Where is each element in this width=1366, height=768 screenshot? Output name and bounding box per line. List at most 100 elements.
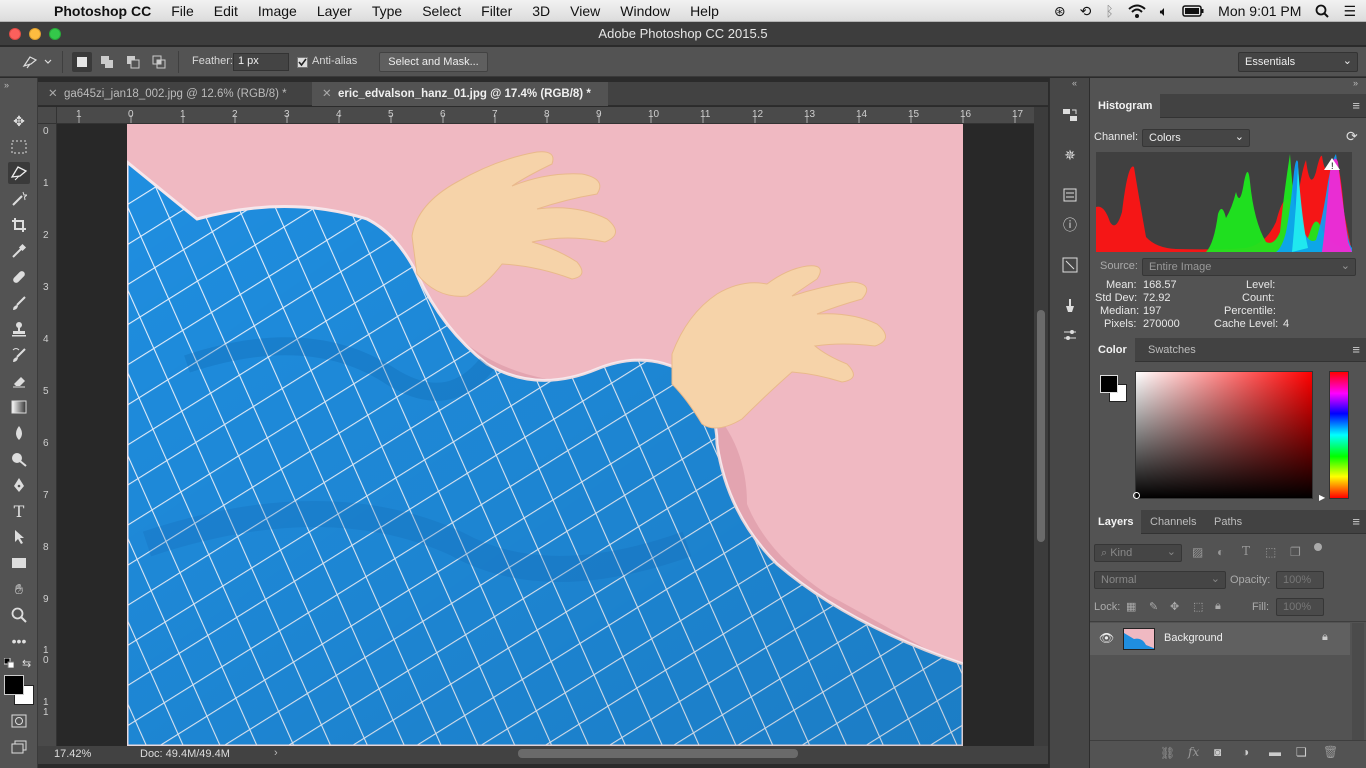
filter-toggle-icon[interactable] [1314, 543, 1322, 551]
swap-colors-icon[interactable]: ⇆ [22, 657, 31, 670]
dodge-tool-icon[interactable] [8, 448, 30, 470]
tool-preset-picker[interactable] [20, 52, 54, 72]
type-tool-icon[interactable]: T [8, 500, 30, 522]
filter-type-icon[interactable]: T [1242, 544, 1250, 558]
menu-view[interactable]: View [560, 0, 610, 22]
horizontal-scrollbar-thumb[interactable] [518, 749, 798, 758]
hand-tool-icon[interactable]: ✋︎ [8, 578, 30, 600]
zoom-window-button[interactable] [49, 28, 61, 40]
navigator-panel-icon[interactable]: ✵ [1059, 144, 1081, 166]
tab-layers[interactable]: Layers [1090, 510, 1142, 534]
panel-menu-icon[interactable]: ≡ [1352, 98, 1360, 113]
volume-icon[interactable]: 🔈︎ [1160, 3, 1168, 20]
time-machine-icon[interactable]: ⟲ [1080, 3, 1092, 20]
color-field[interactable] [1135, 371, 1313, 499]
adjustments-panel-icon[interactable] [1059, 324, 1081, 346]
hue-slider[interactable] [1329, 371, 1349, 499]
opacity-input[interactable]: 100% [1276, 571, 1324, 589]
new-selection-mode[interactable] [72, 52, 92, 72]
battery-icon[interactable] [1182, 5, 1204, 17]
horizontal-ruler[interactable]: 1 0 1 2 3 4 5 6 7 8 9 10 11 12 13 14 15 … [57, 107, 1034, 124]
vertical-ruler[interactable]: 0 1 2 3 4 5 6 7 8 9 1 0 1 1 [38, 124, 57, 746]
add-mask-icon[interactable]: ◙ [1214, 745, 1221, 759]
status-menu-arrow-icon[interactable]: › [274, 747, 278, 759]
menu-image[interactable]: Image [248, 0, 307, 22]
collapse-panels-icon[interactable]: » [1353, 78, 1358, 88]
menu-app-name[interactable]: Photoshop CC [52, 0, 161, 22]
minimize-window-button[interactable] [29, 28, 41, 40]
more-tools-icon[interactable]: ••• [8, 630, 30, 652]
clone-stamp-tool-icon[interactable] [8, 318, 30, 340]
close-tab-icon[interactable]: ✕ [48, 82, 58, 106]
layer-row[interactable]: 👁︎ Background 🔒︎ [1090, 623, 1350, 655]
vertical-scrollbar-thumb[interactable] [1037, 310, 1045, 542]
blend-mode-select[interactable]: Normal ⌄ [1094, 571, 1226, 589]
healing-brush-tool-icon[interactable] [8, 266, 30, 288]
close-tab-icon[interactable]: ✕ [322, 82, 332, 106]
rectangle-tool-icon[interactable] [8, 552, 30, 574]
blur-tool-icon[interactable] [8, 422, 30, 444]
tab-channels[interactable]: Channels [1142, 510, 1204, 534]
layer-name[interactable]: Background [1164, 632, 1223, 644]
menu-help[interactable]: Help [680, 0, 729, 22]
history-brush-tool-icon[interactable] [8, 344, 30, 366]
link-layers-icon[interactable]: ⛓︎ [1160, 746, 1175, 760]
layer-visibility-eye-icon[interactable]: 👁︎ [1099, 631, 1114, 645]
collapse-icons-icon[interactable]: « [1072, 78, 1077, 88]
menu-type[interactable]: Type [362, 0, 412, 22]
menu-layer[interactable]: Layer [307, 0, 362, 22]
lock-transparent-icon[interactable]: ▦ [1126, 600, 1136, 613]
anti-alias-checkbox[interactable] [295, 52, 309, 72]
document-tab-active[interactable]: ✕ eric_edvalson_hanz_01.jpg @ 17.4% (RGB… [312, 82, 608, 106]
menu-select[interactable]: Select [412, 0, 471, 22]
source-select[interactable]: Entire Image ⌄ [1142, 258, 1356, 276]
lock-all-icon[interactable]: 🔒︎ [1215, 600, 1221, 613]
close-window-button[interactable] [9, 28, 21, 40]
new-layer-icon[interactable]: ❏ [1296, 745, 1307, 759]
zoom-tool-icon[interactable] [8, 604, 30, 626]
info-panel-icon[interactable]: ⓘ [1059, 214, 1081, 236]
layers-scrollbar[interactable] [1352, 623, 1364, 743]
ruler-origin[interactable] [38, 107, 57, 124]
menu-filter[interactable]: Filter [471, 0, 522, 22]
foreground-color-swatch[interactable] [4, 675, 24, 695]
document-tab[interactable]: ✕ ga645zi_jan18_002.jpg @ 12.6% (RGB/8) … [38, 82, 306, 106]
default-colors-icon[interactable] [3, 657, 15, 669]
pen-tool-icon[interactable] [8, 474, 30, 496]
tab-color[interactable]: Color [1090, 338, 1135, 362]
lock-artboard-icon[interactable]: ⬚ [1193, 600, 1203, 613]
polygonal-lasso-tool-icon[interactable] [8, 162, 30, 184]
tab-histogram[interactable]: Histogram [1090, 94, 1161, 118]
lock-image-icon[interactable]: ✎ [1149, 600, 1158, 613]
menu-edit[interactable]: Edit [204, 0, 248, 22]
wifi-icon[interactable] [1128, 4, 1146, 18]
panel-menu-icon[interactable]: ≡ [1352, 514, 1360, 529]
refresh-histogram-icon[interactable]: ⟳ [1346, 128, 1358, 145]
delete-layer-icon[interactable]: 🗑︎ [1323, 745, 1338, 759]
tab-swatches[interactable]: Swatches [1140, 338, 1204, 362]
menu-window[interactable]: Window [610, 0, 680, 22]
path-selection-tool-icon[interactable] [8, 526, 30, 548]
eraser-tool-icon[interactable] [8, 370, 30, 392]
quick-mask-icon[interactable] [8, 710, 30, 732]
spotlight-search-icon[interactable] [1315, 4, 1330, 18]
intersect-selection-mode[interactable] [149, 52, 169, 72]
tab-paths[interactable]: Paths [1206, 510, 1250, 534]
menu-file[interactable]: File [161, 0, 204, 22]
canvas-area[interactable] [57, 124, 1034, 746]
notification-center-icon[interactable]: ☰ [1343, 3, 1356, 20]
subtract-from-selection-mode[interactable] [123, 52, 143, 72]
new-group-icon[interactable]: ▬ [1269, 745, 1281, 759]
select-and-mask-button[interactable]: Select and Mask... [379, 52, 488, 72]
workspace-select[interactable]: Essentials ⌄ [1238, 52, 1358, 72]
channel-select[interactable]: Colors ⌄ [1142, 129, 1250, 147]
history-panel-icon[interactable] [1059, 104, 1081, 126]
vertical-scrollbar[interactable] [1034, 107, 1048, 746]
fill-input[interactable]: 100% [1276, 598, 1324, 616]
filter-smart-object-icon[interactable]: ❐ [1290, 545, 1301, 559]
lock-position-icon[interactable]: ✥ [1170, 600, 1179, 613]
magic-wand-tool-icon[interactable] [8, 188, 30, 210]
character-panel-icon[interactable] [1059, 254, 1081, 276]
add-to-selection-mode[interactable] [97, 52, 117, 72]
crop-tool-icon[interactable] [8, 214, 30, 236]
